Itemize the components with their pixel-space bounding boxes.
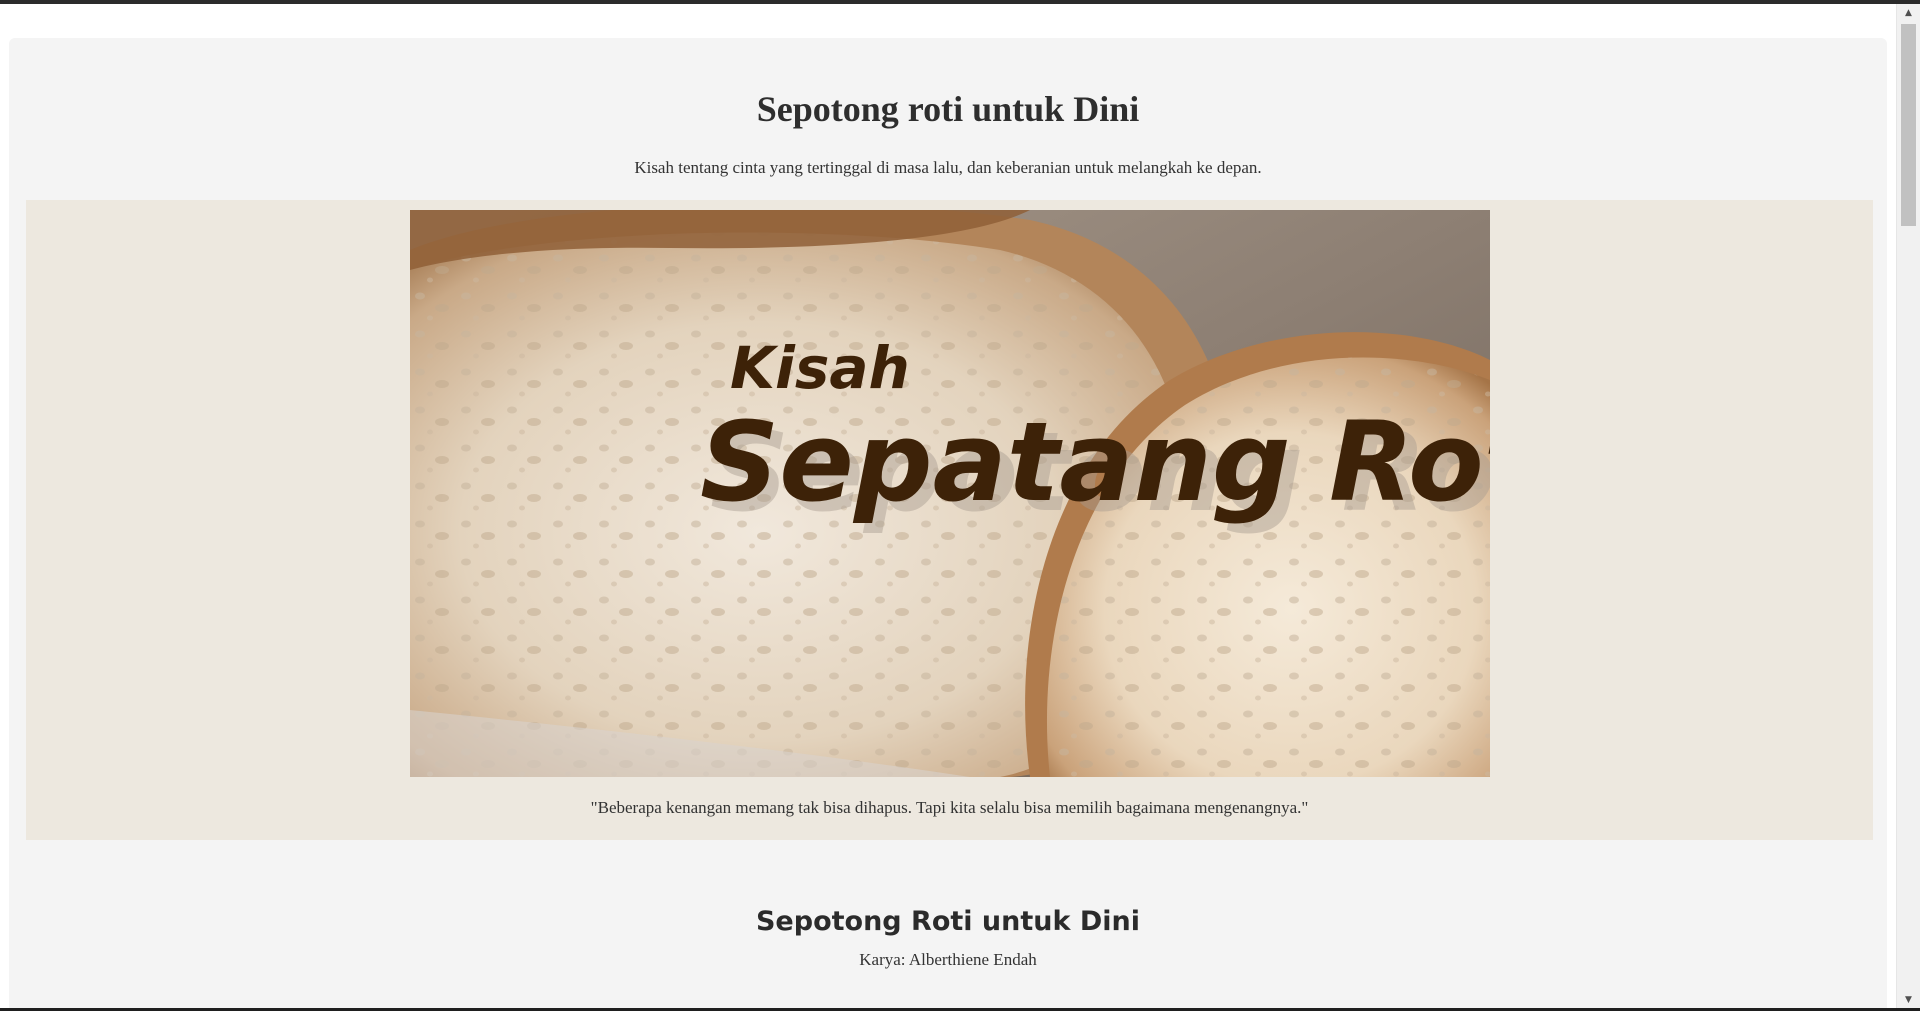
page-container: Sepotong roti untuk Dini Kisah tentang c…: [9, 38, 1887, 1008]
hero-quote: "Beberapa kenangan memang tak bisa dihap…: [590, 798, 1309, 817]
page-title: Sepotong roti untuk Dini: [756, 89, 1140, 129]
browser-viewport: Sepotong roti untuk Dini Kisah tentang c…: [0, 4, 1897, 1008]
image-lettering-large: Sepatang Roti: [700, 398, 1490, 526]
image-lettering-small: Kisah: [730, 334, 910, 402]
book-author: Karya: Alberthiene Endah: [859, 950, 1037, 969]
scroll-up-arrow-icon[interactable]: ▲: [1897, 4, 1920, 21]
hero-image: Kisah Sepotong Roti Sepatang Roti: [410, 210, 1490, 777]
page-subtitle: Kisah tentang cinta yang tertinggal di m…: [634, 158, 1262, 177]
bread-illustration: Kisah Sepotong Roti Sepatang Roti: [410, 210, 1490, 777]
vertical-scrollbar[interactable]: ▲ ▼: [1896, 4, 1920, 1008]
scroll-down-arrow-icon[interactable]: ▼: [1897, 991, 1920, 1008]
scroll-thumb[interactable]: [1901, 24, 1916, 226]
hero-section: Kisah Sepotong Roti Sepatang Roti "Beber…: [26, 200, 1873, 840]
book-title: Sepotong Roti untuk Dini: [755, 906, 1140, 937]
